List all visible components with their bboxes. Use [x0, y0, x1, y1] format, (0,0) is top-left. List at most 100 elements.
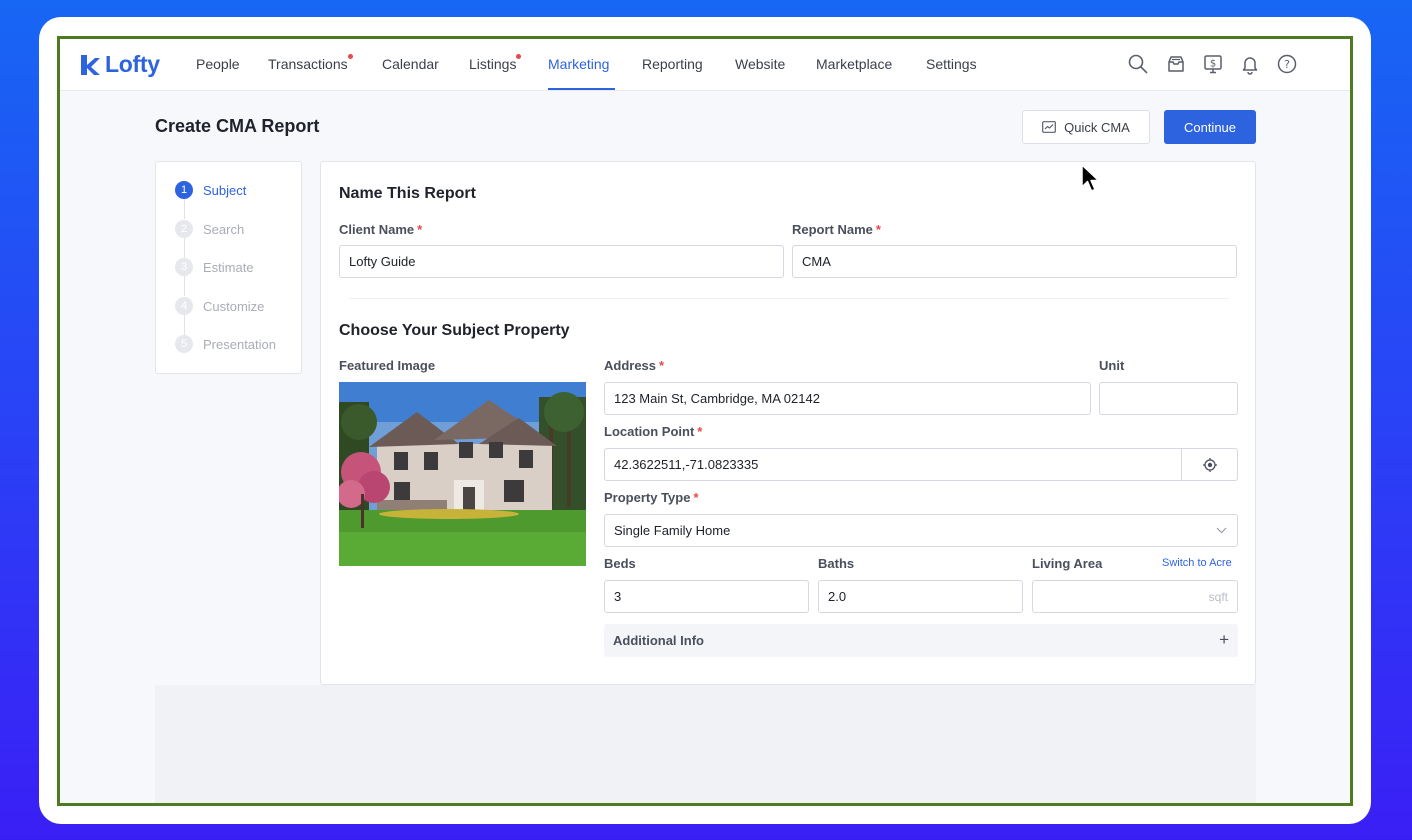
inbox-icon[interactable] — [1165, 53, 1187, 75]
report-name-label-text: Report Name — [792, 222, 873, 237]
lofty-logo-icon — [81, 54, 100, 75]
client-name-label-text: Client Name — [339, 222, 415, 237]
step-connector — [184, 238, 185, 258]
location-point-label: Location Point * — [604, 424, 702, 439]
page-title: Create CMA Report — [155, 116, 320, 136]
quick-cma-button[interactable]: Quick CMA — [1022, 110, 1150, 144]
step-label: Subject — [203, 182, 247, 198]
required-mark: * — [697, 424, 703, 439]
active-tab-indicator — [548, 88, 615, 90]
nav-listings-label: Listings — [469, 56, 517, 72]
baths-label: Baths — [818, 556, 855, 571]
required-mark: * — [875, 222, 881, 237]
nav-marketplace[interactable]: Marketplace — [816, 56, 892, 72]
additional-info-label: Additional Info — [613, 633, 704, 648]
living-area-label: Living Area — [1032, 556, 1103, 571]
plus-icon: + — [1219, 630, 1229, 649]
step-customize[interactable]: 4 Customize — [175, 297, 264, 315]
step-estimate[interactable]: 3 Estimate — [175, 258, 254, 276]
step-search[interactable]: 2 Search — [175, 220, 244, 238]
property-type-value: Single Family Home — [614, 523, 731, 538]
client-name-label: Client Name * — [339, 222, 422, 237]
step-label: Customize — [203, 298, 265, 314]
step-number: 3 — [175, 258, 193, 276]
nav-transactions[interactable]: Transactions — [268, 54, 353, 72]
nav-website-label: Website — [735, 56, 786, 72]
nav-marketing-label: Marketing — [548, 56, 610, 72]
address-input[interactable]: 123 Main St, Cambridge, MA 02142 — [604, 382, 1091, 415]
logo[interactable]: Lofty — [79, 51, 160, 78]
billing-monitor-icon[interactable]: $ — [1202, 53, 1224, 75]
baths-input[interactable]: 2.0 — [818, 580, 1023, 613]
unit-input[interactable] — [1099, 382, 1238, 415]
house-photo-icon — [339, 382, 586, 566]
baths-value: 2.0 — [828, 589, 847, 604]
steps-sidebar: 1 Subject 2 Search 3 Estimate 4 Customiz… — [155, 161, 302, 374]
client-name-input[interactable]: Lofty Guide — [339, 245, 784, 278]
continue-button[interactable]: Continue — [1164, 110, 1256, 144]
step-number: 1 — [175, 181, 193, 199]
step-label: Estimate — [203, 259, 254, 275]
required-mark: * — [659, 358, 665, 373]
search-icon[interactable] — [1127, 53, 1149, 75]
bell-icon[interactable] — [1239, 53, 1261, 75]
nav-website[interactable]: Website — [735, 56, 785, 72]
locate-button[interactable] — [1181, 449, 1237, 480]
property-type-select[interactable]: Single Family Home — [604, 514, 1238, 547]
step-label: Search — [203, 221, 245, 237]
step-number: 4 — [175, 297, 193, 315]
report-name-label: Report Name * — [792, 222, 881, 237]
nav-transactions-label: Transactions — [268, 56, 348, 72]
step-number: 2 — [175, 220, 193, 238]
property-type-label-text: Property Type — [604, 490, 691, 505]
property-type-label: Property Type * — [604, 490, 699, 505]
target-location-icon — [1202, 457, 1217, 472]
switch-to-acre-link[interactable]: Switch to Acre — [1162, 557, 1232, 569]
featured-image-label: Featured Image — [339, 358, 436, 373]
nav-marketing[interactable]: Marketing — [548, 56, 609, 72]
unit-label: Unit — [1099, 358, 1125, 373]
nav-settings[interactable]: Settings — [926, 56, 977, 72]
location-point-input[interactable]: 42.3622511,-71.0823335 — [604, 448, 1238, 481]
address-label-text: Address — [604, 358, 657, 373]
mouse-cursor-icon — [1081, 164, 1100, 192]
step-number: 5 — [175, 335, 193, 353]
svg-text:?: ? — [1284, 58, 1290, 71]
nav-calendar[interactable]: Calendar — [382, 56, 439, 72]
continue-label: Continue — [1183, 119, 1237, 135]
beds-value: 3 — [614, 589, 622, 604]
nav-listings[interactable]: Listings — [469, 54, 522, 72]
beds-label: Beds — [604, 556, 636, 571]
step-connector — [184, 315, 185, 335]
address-value: 123 Main St, Cambridge, MA 02142 — [614, 391, 820, 406]
address-label: Address * — [604, 358, 664, 373]
living-area-placeholder: sqft — [1208, 589, 1228, 604]
location-label-text: Location Point — [604, 424, 695, 439]
notification-dot — [516, 54, 522, 59]
report-name-value: CMA — [802, 254, 831, 269]
featured-house-image[interactable] — [339, 382, 586, 566]
nav-reporting-label: Reporting — [642, 56, 703, 72]
step-label: Presentation — [203, 336, 276, 352]
step-connector — [184, 199, 185, 219]
step-subject[interactable]: 1 Subject — [175, 181, 246, 199]
svg-text:$: $ — [1210, 59, 1216, 70]
app-frame: Lofty People Transactions Calendar Listi… — [57, 36, 1353, 806]
help-icon[interactable]: ? — [1276, 53, 1298, 75]
chevron-down-icon — [1216, 527, 1227, 534]
nav-marketplace-label: Marketplace — [816, 56, 893, 72]
required-mark: * — [693, 490, 699, 505]
required-mark: * — [417, 222, 423, 237]
nav-calendar-label: Calendar — [382, 56, 439, 72]
location-value: 42.3622511,-71.0823335 — [614, 457, 759, 472]
step-presentation[interactable]: 5 Presentation — [175, 335, 276, 353]
top-navigation: Lofty People Transactions Calendar Listi… — [60, 39, 1350, 91]
nav-reporting[interactable]: Reporting — [642, 56, 703, 72]
nav-people[interactable]: People — [196, 56, 240, 72]
report-name-input[interactable]: CMA — [792, 245, 1237, 278]
nav-people-label: People — [196, 56, 240, 72]
living-area-input[interactable]: sqft — [1032, 580, 1238, 613]
beds-input[interactable]: 3 — [604, 580, 809, 613]
content-background — [155, 685, 1256, 803]
additional-info-accordion[interactable]: Additional Info + — [604, 624, 1238, 657]
